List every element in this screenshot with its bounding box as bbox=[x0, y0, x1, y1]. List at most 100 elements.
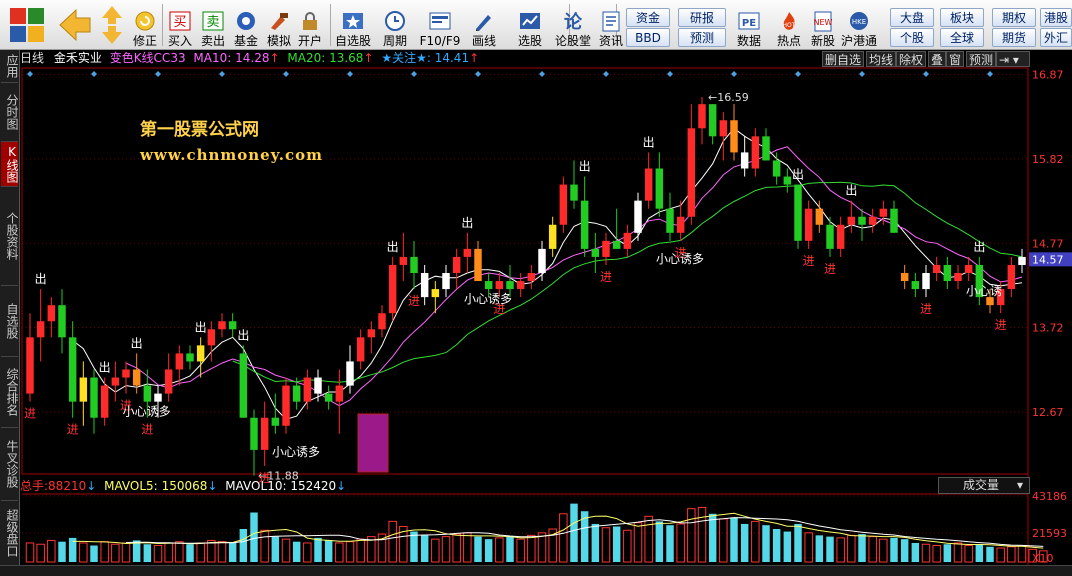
mavol5-value: 150068 bbox=[161, 479, 208, 493]
candle-body bbox=[271, 417, 280, 426]
price-tick-label: 16.87 bbox=[1032, 68, 1064, 81]
volume-bar bbox=[996, 547, 1005, 563]
signal-label: 进 bbox=[141, 423, 153, 437]
volume-bar bbox=[740, 523, 749, 562]
candle-body bbox=[964, 264, 973, 274]
chart-button-1[interactable]: 均线 bbox=[866, 51, 897, 67]
warning-label: 小心诱多 bbox=[656, 252, 704, 266]
candle-body bbox=[922, 273, 930, 290]
volume-bar bbox=[410, 531, 418, 562]
candle-body bbox=[474, 248, 482, 282]
candle-body bbox=[207, 329, 216, 346]
candle-body bbox=[399, 256, 408, 265]
mavol10-label: MAVOL10: bbox=[225, 479, 287, 493]
candle-body bbox=[292, 385, 301, 402]
candle-body bbox=[548, 224, 557, 249]
ma20-value: 13.68 bbox=[329, 51, 364, 65]
volume-total-arrow: ↓ bbox=[86, 479, 97, 493]
signal-diamond bbox=[667, 71, 673, 77]
volume-bar bbox=[420, 535, 429, 562]
candle-body bbox=[58, 305, 66, 338]
ma20-arrow: ↑ bbox=[363, 51, 374, 65]
volume-tick-label: X10 bbox=[1032, 552, 1054, 565]
volume-bar bbox=[1007, 546, 1016, 563]
price-tick-label: 12.67 bbox=[1032, 406, 1064, 419]
volume-bar bbox=[90, 545, 98, 562]
volume-bar bbox=[921, 543, 931, 563]
candle-body bbox=[740, 152, 749, 169]
volume-bar bbox=[196, 542, 205, 563]
candle-body bbox=[250, 417, 258, 450]
volume-bar bbox=[111, 543, 120, 563]
mavol5-label: MAVOL5: bbox=[104, 479, 158, 493]
candle-body bbox=[143, 385, 152, 402]
signal-diamond bbox=[347, 71, 353, 77]
volume-bar bbox=[943, 544, 952, 562]
signal-diamond bbox=[859, 71, 865, 77]
candle-body bbox=[36, 321, 45, 338]
volume-bar bbox=[207, 539, 216, 563]
candle-body bbox=[218, 321, 226, 330]
volume-bar bbox=[153, 545, 163, 563]
candle-body bbox=[954, 273, 962, 282]
candle-body bbox=[154, 393, 162, 402]
chart-button-4[interactable]: 窗 bbox=[946, 51, 965, 67]
current-price-label: 14.57 bbox=[1032, 253, 1064, 266]
volume-bar bbox=[143, 544, 152, 562]
volume-bar bbox=[175, 541, 184, 563]
candle-body bbox=[420, 273, 429, 298]
signal-label: 出 bbox=[131, 336, 143, 350]
watermark-url: www.chnmoney.com bbox=[140, 146, 323, 164]
candle-body bbox=[175, 353, 184, 370]
volume-bar bbox=[633, 522, 643, 563]
candle-body bbox=[644, 168, 653, 201]
stock-name: 金禾实业 bbox=[53, 51, 102, 65]
candle-body bbox=[516, 281, 525, 290]
volume-bar bbox=[228, 542, 237, 562]
volume-bar bbox=[676, 523, 685, 563]
volume-bar bbox=[516, 538, 525, 563]
price-tick-label: 14.77 bbox=[1032, 237, 1064, 250]
mavol5-arrow: ↓ bbox=[207, 479, 218, 493]
candle-body bbox=[612, 240, 621, 249]
volume-bar bbox=[858, 534, 866, 562]
candle-body bbox=[122, 369, 130, 378]
signal-label: 出 bbox=[387, 240, 399, 254]
candle-body bbox=[943, 264, 952, 282]
volume-selector[interactable]: 成交量 ▾ bbox=[938, 477, 1030, 494]
volume-bar bbox=[271, 536, 280, 562]
signal-diamond bbox=[539, 71, 545, 77]
chart-button-2[interactable]: 除权 bbox=[896, 51, 927, 67]
signal-label: 进 bbox=[920, 302, 932, 316]
volume-bar bbox=[751, 520, 760, 563]
volume-bar bbox=[612, 526, 621, 562]
volume-bar bbox=[79, 542, 88, 563]
candle-body bbox=[68, 337, 77, 402]
volume-bar bbox=[794, 523, 802, 562]
chart-nav-icon[interactable]: ⇥ ▾ bbox=[996, 51, 1030, 67]
volume-bar bbox=[36, 543, 45, 563]
volume-tick-label: 43186 bbox=[1032, 490, 1067, 503]
signal-diamond bbox=[283, 71, 289, 77]
volume-bar bbox=[697, 506, 707, 563]
watermark-title: 第一股票公式网 bbox=[140, 120, 259, 140]
signal-label: 出 bbox=[792, 168, 804, 182]
candle-body bbox=[100, 385, 109, 418]
mavol10-value: 152420 bbox=[290, 479, 337, 493]
volume-bar bbox=[164, 542, 173, 563]
volume-bar bbox=[186, 544, 194, 562]
chart-button-0[interactable]: 删自选 bbox=[822, 51, 865, 67]
signal-diamond bbox=[731, 71, 737, 77]
focus-value: 14.41 bbox=[434, 51, 470, 65]
candle-body bbox=[666, 208, 674, 233]
indicator-name: 变色K线CC33 bbox=[109, 51, 186, 65]
chart-button-3[interactable]: 叠 bbox=[928, 51, 947, 67]
candle-body bbox=[602, 240, 610, 257]
candle-body bbox=[314, 377, 322, 394]
volume-bar bbox=[847, 534, 856, 563]
candle-body bbox=[431, 289, 440, 298]
chart-button-5[interactable]: 预测 bbox=[966, 51, 997, 67]
candle-body bbox=[634, 200, 642, 233]
volume-bar bbox=[250, 512, 258, 562]
signal-diamond bbox=[987, 71, 993, 77]
